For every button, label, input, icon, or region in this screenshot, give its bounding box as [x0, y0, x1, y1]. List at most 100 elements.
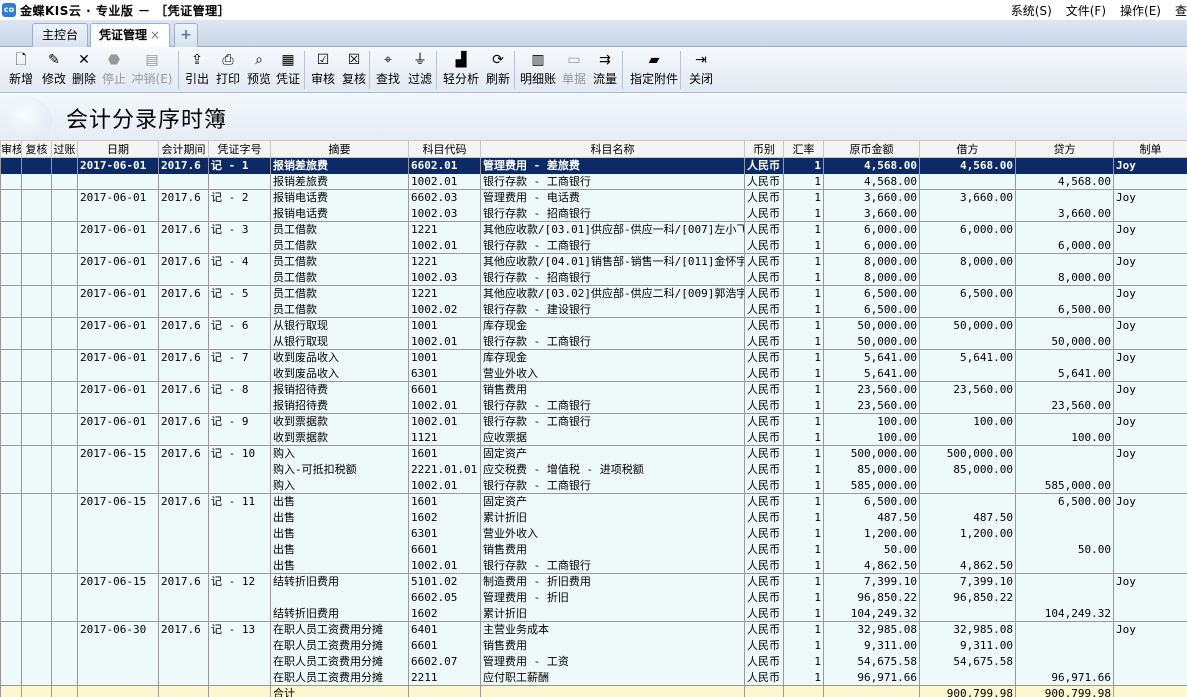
table-cell: 人民币 — [744, 205, 784, 222]
table-cell: 人民币 — [744, 221, 784, 238]
column-header[interactable]: 会计期间 — [158, 140, 209, 158]
table-cell: 1 — [783, 445, 824, 462]
toolbar-button-12[interactable]: ⏚ 过滤 — [406, 49, 434, 91]
toolbar-button-6[interactable]: ⎙ 打印 — [214, 49, 242, 91]
table-header-row: 审核 复核 过账 日期 会计期间 凭证字号 摘要 科目代码 科目名称 币别 汇率 原币金额 借方 贷方 制单 — [0, 140, 1187, 158]
toolbar-button-14[interactable]: ⟳ 刷新 — [484, 49, 512, 91]
column-header[interactable]: 审核 — [0, 140, 22, 158]
toolbar-button-11[interactable]: ⌖ 查找 — [374, 49, 402, 91]
toolbar-button-0[interactable]: 🗋 新增 — [8, 49, 34, 91]
table-row[interactable]: 出售 6601 销售费用 人民币 1 50.00 50.00 — [0, 541, 1187, 558]
toolbar-button-17[interactable]: ⇉ 流量 — [591, 49, 619, 91]
table-row[interactable]: 报销招待费 1002.01 银行存款 - 工商银行 人民币 1 23,560.00 23,5… — [0, 397, 1187, 414]
table-cell — [1113, 653, 1187, 670]
table-cell: 2017.6 — [158, 573, 209, 590]
table-row[interactable]: 从银行取现 1002.01 银行存款 - 工商银行 人民币 1 50,000.00 50,0… — [0, 333, 1187, 350]
column-header[interactable]: 币别 — [744, 140, 784, 158]
menu-view[interactable]: 查 — [1175, 2, 1187, 19]
table-row[interactable]: 2017-06-01 2017.6 记 - 9 收到票据款 1002.01 银行存款 - … — [0, 413, 1187, 430]
column-header[interactable]: 日期 — [77, 140, 159, 158]
table-row[interactable]: 2017-06-15 2017.6 记 - 10 购入 1601 固定资产 人民币 1 500,… — [0, 445, 1187, 462]
toolbar-button-2[interactable]: ✕ 删除 — [70, 49, 98, 91]
table-row[interactable]: 在职人员工资费用分摊 2211 应付职工薪酬 人民币 1 96,971.66 96,971.… — [0, 669, 1187, 686]
menu-system[interactable]: 系统(S) — [1011, 2, 1052, 19]
table-row[interactable]: 报销差旅费 1002.01 银行存款 - 工商银行 人民币 1 4,568.00 4,568… — [0, 173, 1187, 190]
table-cell — [77, 525, 159, 542]
column-header[interactable]: 贷方 — [1015, 140, 1114, 158]
column-header[interactable]: 复核 — [21, 140, 52, 158]
recheck-icon: ☒ — [347, 52, 361, 68]
toolbar-button-label: 关闭 — [688, 72, 713, 86]
table-cell: 2017-06-01 — [77, 253, 159, 270]
total-cell — [51, 685, 78, 697]
table-row[interactable]: 2017-06-01 2017.6 记 - 7 收到废品收入 1001 库存现金 人民币 1 5… — [0, 349, 1187, 366]
table-cell — [919, 205, 1016, 222]
table-row[interactable]: 收到废品收入 6301 营业外收入 人民币 1 5,641.00 5,641.00 — [0, 365, 1187, 382]
table-row[interactable]: 2017-06-01 2017.6 记 - 6 从银行取现 1001 库存现金 人民币 1 50… — [0, 317, 1187, 334]
tab-home[interactable]: 主控台 — [32, 23, 88, 47]
column-header[interactable]: 借方 — [919, 140, 1016, 158]
toolbar-button-19[interactable]: ⇥ 关闭 — [686, 49, 716, 91]
close-tab-icon[interactable]: × — [150, 28, 160, 42]
toolbar-button-10[interactable]: ☒ 复核 — [340, 49, 368, 91]
menu-operation[interactable]: 操作(E) — [1120, 2, 1161, 19]
add-tab-icon[interactable]: + — [174, 23, 198, 47]
table-row[interactable]: 出售 1602 累计折旧 人民币 1 487.50 487.50 — [0, 509, 1187, 526]
column-header[interactable]: 汇率 — [783, 140, 824, 158]
toolbar-separator — [178, 51, 179, 89]
table-row[interactable]: 出售 6301 营业外收入 人民币 1 1,200.00 1,200.00 — [0, 525, 1187, 542]
table-row[interactable]: 员工借款 1002.03 银行存款 - 招商银行 人民币 1 8,000.00 8,000.… — [0, 269, 1187, 286]
table-row[interactable]: 出售 1002.01 银行存款 - 工商银行 人民币 1 4,862.50 4,862.50 — [0, 557, 1187, 574]
table-row[interactable]: 在职人员工资费用分摊 6602.07 管理费用 - 工资 人民币 1 54,675.58 5… — [0, 653, 1187, 670]
tab-voucher-management[interactable]: 凭证管理 × — [90, 23, 170, 47]
table-row[interactable]: 2017-06-01 2017.6 记 - 3 员工借款 1221 其他应收款/[03.0… — [0, 221, 1187, 238]
toolbar-button-4[interactable]: ▤ 冲销(E) — [130, 49, 174, 91]
table-cell: 银行存款 - 工商银行 — [480, 237, 745, 254]
toolbar-button-9[interactable]: ☑ 审核 — [309, 49, 337, 91]
table-cell: 固定资产 — [480, 445, 745, 462]
table-row[interactable]: 2017-06-01 2017.6 记 - 8 报销招待费 6601 销售费用 人民币 1 23… — [0, 381, 1187, 398]
toolbar-button-5[interactable]: ⇪ 引出 — [183, 49, 211, 91]
toolbar-button-13[interactable]: ▟ 轻分析 — [441, 49, 481, 91]
table-row[interactable]: 购入-可抵扣税额 2221.01.01 应交税费 - 增值税 - 进项税额 人民币 1 8… — [0, 461, 1187, 478]
column-header[interactable]: 原币金额 — [823, 140, 920, 158]
table-row[interactable]: 2017-06-30 2017.6 记 - 13 在职人员工资费用分摊 6401 主营业务… — [0, 621, 1187, 638]
table-row[interactable]: 员工借款 1002.01 银行存款 - 工商银行 人民币 1 6,000.00 6,000.… — [0, 237, 1187, 254]
column-header[interactable]: 制单 — [1113, 140, 1187, 158]
table-cell: 人民币 — [744, 381, 784, 398]
toolbar-button-8[interactable]: ▦ 凭证 — [274, 49, 302, 91]
window-title: 金蝶KIS云 · 专业版 － ［凭证管理］ — [20, 3, 231, 18]
column-header[interactable]: 过账 — [51, 140, 78, 158]
refresh-icon: ⟳ — [492, 52, 504, 68]
table-row[interactable]: 结转折旧费用 1602 累计折旧 人民币 1 104,249.32 104,249.32 — [0, 605, 1187, 622]
table-cell — [919, 397, 1016, 414]
table-cell — [0, 349, 22, 366]
column-header[interactable]: 摘要 — [270, 140, 409, 158]
toolbar-button-1[interactable]: ✎ 修改 — [40, 49, 68, 91]
table-row[interactable]: 在职人员工资费用分摊 6601 销售费用 人民币 1 9,311.00 9,311.00 — [0, 637, 1187, 654]
table-cell: 1 — [783, 589, 824, 606]
menu-file[interactable]: 文件(F) — [1066, 2, 1106, 19]
table-row[interactable]: 员工借款 1002.02 银行存款 - 建设银行 人民币 1 6,500.00 6,500.… — [0, 301, 1187, 318]
table-row[interactable]: 报销电话费 1002.03 银行存款 - 招商银行 人民币 1 3,660.00 3,660… — [0, 205, 1187, 222]
table-row[interactable]: 购入 1002.01 银行存款 - 工商银行 人民币 1 585,000.00 585,00… — [0, 477, 1187, 494]
toolbar-button-3[interactable]: ⬣ 停止 — [100, 49, 128, 91]
toolbar-button-7[interactable]: ⌕ 预览 — [245, 49, 273, 91]
table-row[interactable]: 2017-06-15 2017.6 记 - 12 结转折旧费用 5101.02 制造费用 … — [0, 573, 1187, 590]
toolbar-button-16[interactable]: ▭ 单据 — [560, 49, 588, 91]
table-cell: 人民币 — [744, 189, 784, 206]
table-cell — [21, 669, 52, 686]
table-row[interactable]: 2017-06-01 2017.6 记 - 1 报销差旅费 6602.01 管理费用 - … — [0, 157, 1187, 174]
table-row[interactable]: 2017-06-01 2017.6 记 - 5 员工借款 1221 其他应收款/[03.0… — [0, 285, 1187, 302]
column-header[interactable]: 凭证字号 — [208, 140, 271, 158]
table-row[interactable]: 收到票据款 1121 应收票据 人民币 1 100.00 100.00 — [0, 429, 1187, 446]
table-row[interactable]: 6602.05 管理费用 - 折旧 人民币 1 96,850.22 96,850.22 — [0, 589, 1187, 606]
toolbar-button-18[interactable]: ▰ 指定附件 — [628, 49, 680, 91]
table-row[interactable]: 2017-06-15 2017.6 记 - 11 出售 1601 固定资产 人民币 1 6,50… — [0, 493, 1187, 510]
toolbar-button-15[interactable]: ▥ 明细账 — [519, 49, 557, 91]
table-row[interactable]: 2017-06-01 2017.6 记 - 2 报销电话费 6602.03 管理费用 - … — [0, 189, 1187, 206]
column-header[interactable]: 科目代码 — [408, 140, 481, 158]
table-cell — [919, 173, 1016, 190]
column-header[interactable]: 科目名称 — [480, 140, 745, 158]
table-row[interactable]: 2017-06-01 2017.6 记 - 4 员工借款 1221 其他应收款/[04.0… — [0, 253, 1187, 270]
